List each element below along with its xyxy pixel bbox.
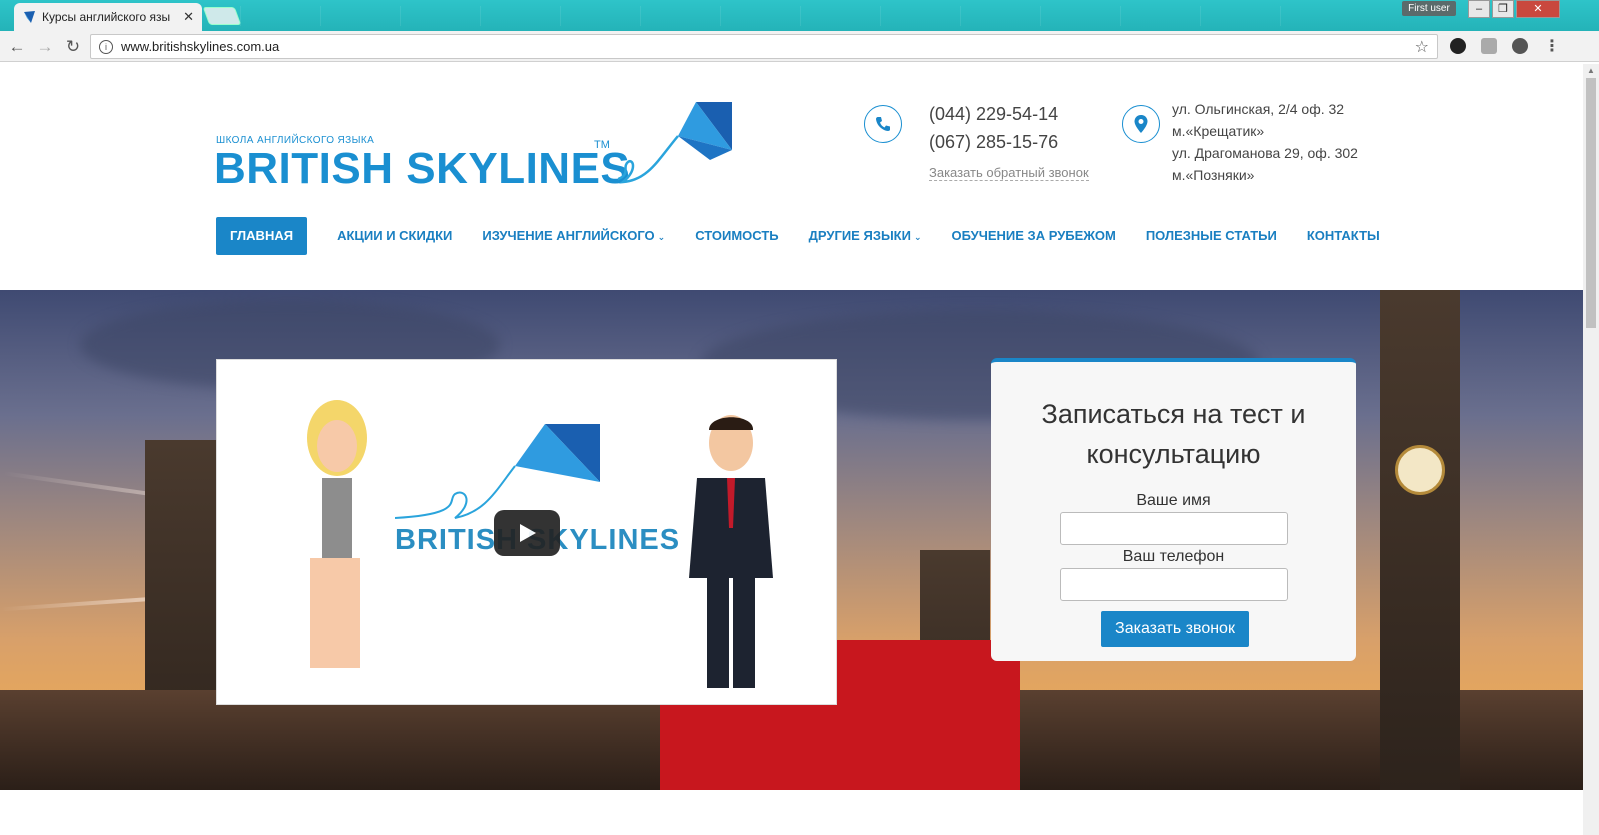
extension-camera-icon[interactable] [1481,38,1497,54]
form-title-line-1: Записаться на тест и [1041,399,1306,429]
callback-link[interactable]: Заказать обратный звонок [929,165,1089,181]
name-label: Ваше имя [1136,492,1211,509]
browser-tab-active[interactable]: Курсы английского язы ✕ [14,3,202,31]
background-tab[interactable] [480,6,560,26]
background-tab[interactable] [1040,6,1120,26]
background-tab[interactable] [640,6,720,26]
man-character-icon [689,415,773,688]
phone-number-1[interactable]: (044) 229-54-14 [929,104,1058,125]
phone-label: Ваш телефон [1122,548,1225,565]
minimize-icon[interactable]: – [1468,0,1490,18]
consultation-form: Записаться на тест и консультацию Ваше и… [991,358,1356,661]
nav-item-label: ДРУГИЕ ЯЗЫКИ [808,228,911,243]
scroll-up-icon[interactable]: ▲ [1587,66,1595,75]
nav-item-study-abroad[interactable]: ОБУЧЕНИЕ ЗА РУБЕЖОМ [952,217,1116,255]
name-input[interactable] [1060,512,1288,545]
nav-item-home[interactable]: ГЛАВНАЯ [216,217,308,255]
background-tab[interactable] [880,6,960,26]
forward-icon[interactable]: → [34,36,56,58]
main-navigation: ГЛАВНАЯ АКЦИИ И СКИДКИ ИЗУЧЕНИЕ АНГЛИЙСК… [216,217,1410,255]
profile-badge[interactable]: First user [1402,1,1456,16]
nav-item-promotions[interactable]: АКЦИИ И СКИДКИ [337,217,452,255]
site-favicon-icon [24,11,35,23]
play-button-icon[interactable] [494,510,560,556]
woman-character-icon [307,400,367,668]
new-tab-button[interactable] [202,7,242,25]
form-title: Записаться на тест и консультацию [991,394,1356,474]
address-1-metro: м.«Крещатик» [1172,123,1265,139]
reload-icon[interactable]: ↻ [62,36,84,58]
site-logo[interactable]: ШКОЛА АНГЛИЙСКОГО ЯЗЫКА BRITISH SKYLINES… [214,100,746,200]
window-close-icon[interactable]: ✕ [1516,0,1560,18]
background-tab[interactable] [560,6,640,26]
site-info-icon[interactable]: i [99,39,113,54]
background-tab[interactable] [400,6,480,26]
bookmark-star-icon[interactable]: ☆ [1415,37,1429,57]
logo-name: BRITISH SKYLINES [214,144,631,193]
background-tab[interactable] [800,6,880,26]
location-pin-icon [1122,105,1160,143]
browser-menu-icon[interactable]: ⋮ [1544,36,1560,56]
logo-trademark: TM [594,139,610,151]
address-1: ул. Ольгинская, 2/4 оф. 32 [1172,101,1345,117]
nav-item-other-languages[interactable]: ДРУГИЕ ЯЗЫКИ ⌄ [809,217,922,255]
nav-item-articles[interactable]: ПОЛЕЗНЫЕ СТАТЬИ [1146,217,1277,255]
form-title-line-2: консультацию [1086,439,1261,469]
order-call-button[interactable]: Заказать звонок [1101,611,1249,647]
video-player[interactable]: BRITISH SKYLINES [216,359,837,705]
hero-banner: BRITISH SKYLINES Записаться на тест и ко… [0,290,1583,790]
nav-item-pricing[interactable]: СТОИМОСТЬ [695,217,778,255]
page-scrollbar[interactable]: ▲ [1583,64,1599,835]
background-tab[interactable] [1120,6,1200,26]
extension-flame-icon[interactable] [1450,38,1466,54]
big-ben-tower [1380,290,1460,790]
background-tab[interactable] [1280,6,1360,26]
tab-title: Курсы английского язы [42,10,171,24]
phone-icon [864,105,902,143]
kite-logo-icon [618,102,732,184]
address-bar[interactable]: i www.britishskylines.com.ua ☆ [90,34,1438,59]
phone-number-2[interactable]: (067) 285-15-76 [929,132,1058,153]
browser-toolbar: ← → ↻ i www.britishskylines.com.ua ☆ ⋮ [0,31,1599,62]
scrollbar-thumb[interactable] [1586,78,1596,328]
address-2: ул. Драгоманова 29, оф. 302 [1172,145,1358,161]
tab-close-icon[interactable]: ✕ [183,9,194,25]
maximize-icon[interactable]: ❐ [1492,0,1514,18]
background-tab[interactable] [1200,6,1280,26]
chevron-down-icon: ⌄ [913,232,922,242]
nav-item-label: ИЗУЧЕНИЕ АНГЛИЙСКОГО [482,228,655,243]
kite-logo-icon [395,424,600,519]
nav-item-learn-english[interactable]: ИЗУЧЕНИЕ АНГЛИЙСКОГО ⌄ [482,217,665,255]
browser-tabstrip: Курсы английского язы ✕ First user – ❐ ✕ [0,0,1599,31]
phone-input[interactable] [1060,568,1288,601]
chevron-down-icon: ⌄ [657,232,666,242]
back-icon[interactable]: ← [6,36,28,58]
address-url: www.britishskylines.com.ua [121,39,280,54]
background-tab[interactable] [320,6,400,26]
webpage: ШКОЛА АНГЛИЙСКОГО ЯЗЫКА BRITISH SKYLINES… [0,64,1583,835]
background-tab[interactable] [960,6,1040,26]
window-controls: – ❐ ✕ [1466,0,1560,18]
background-tab[interactable] [720,6,800,26]
address-2-metro: м.«Позняки» [1172,167,1255,183]
background-tab[interactable] [240,6,320,26]
extension-globe-icon[interactable] [1512,38,1528,54]
big-ben-clock-icon [1395,445,1445,495]
nav-item-contacts[interactable]: КОНТАКТЫ [1307,217,1380,255]
